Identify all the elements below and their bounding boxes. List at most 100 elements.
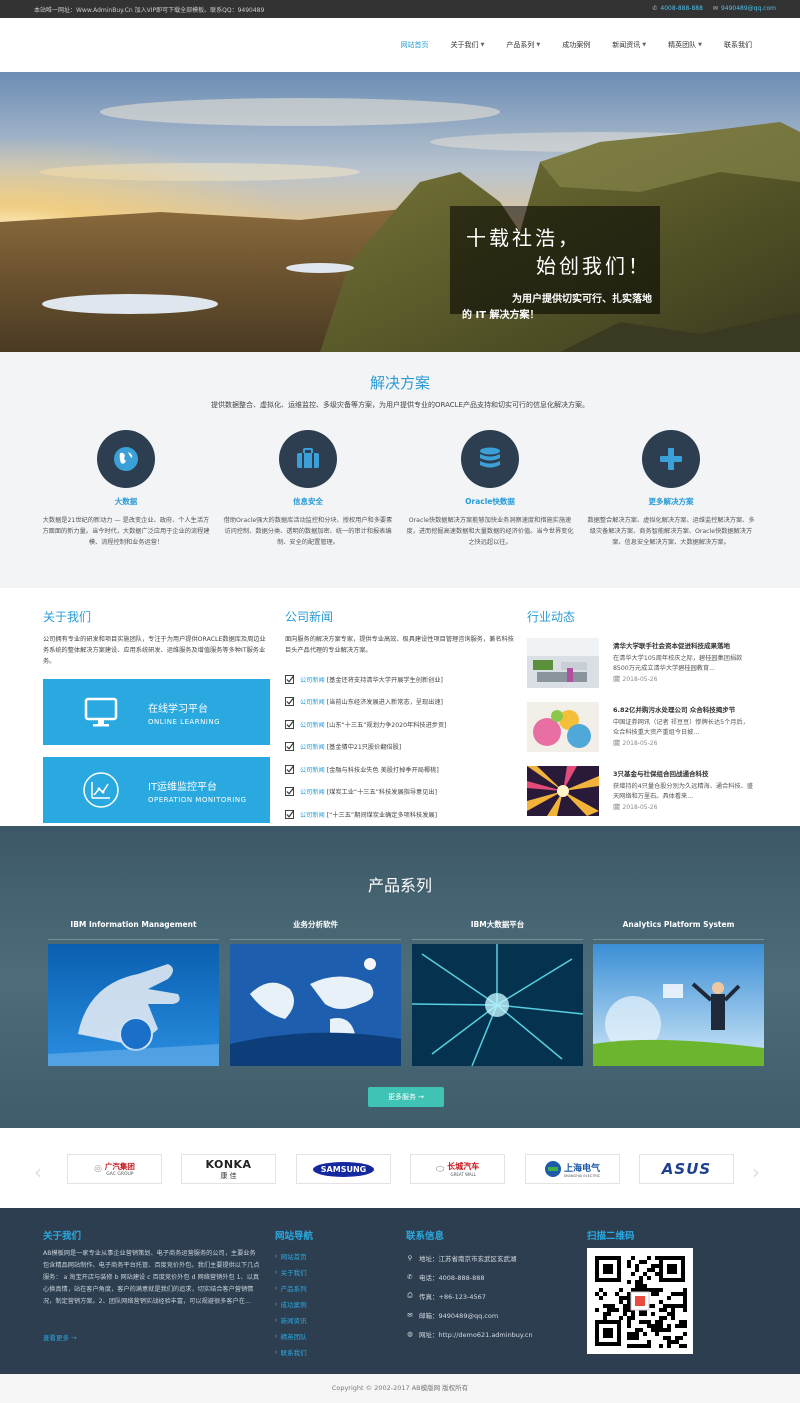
- chevron-right-icon[interactable]: ›: [752, 1160, 760, 1184]
- solution-title: 大数据: [114, 497, 138, 506]
- solution-title: 信息安全: [293, 497, 323, 506]
- online-learning-title: 在线学习平台: [148, 704, 208, 715]
- online-learning-box[interactable]: 在线学习平台 ONLINE LEARNING: [43, 679, 270, 745]
- footer-nav-item[interactable]: › 产品系列: [275, 1280, 307, 1296]
- contact-fax: ⎙ 传真：+86-123-4567: [407, 1291, 486, 1301]
- news-list: 公司新闻 [基金还将支持清华大学开展学生创新创业] 公司新闻 [当前山东经济发展进入新…: [285, 668, 515, 826]
- contact-email[interactable]: ✉ 邮箱：9490489@qq.com: [406, 1305, 533, 1324]
- solution-card-security[interactable]: 信息安全 借助Oracle强大的数据库活动监控和分块、授权用户和多要素访问控制、…: [223, 430, 393, 548]
- chevron-right-icon: ›: [275, 1300, 278, 1308]
- industry-item[interactable]: 6.82亿并购污水处理公司 众合科技揭步节 中国证券网讯（记者 祁豆豆）惨牌长达…: [527, 702, 757, 758]
- operation-monitoring-box[interactable]: IT运维监控平台 OPERATION MONITORING: [43, 757, 270, 823]
- industry-item-title[interactable]: 清华大学联手社会资本促进科技成果落地: [613, 640, 730, 650]
- monitor-icon: [84, 697, 118, 727]
- partner-logo-shanghai-electric[interactable]: 上海电气 SHANGHAI ELECTRIC: [525, 1154, 620, 1184]
- contact-website[interactable]: ◍ 网址：http://demo621.adminbuy.cn: [406, 1324, 532, 1343]
- map-pin-icon: ⚲: [407, 1253, 413, 1262]
- solution-card-more[interactable]: 更多解决方案 数据整合解决方案、虚拟化解决方案、运维监控解决方案、多级灾备解决方…: [586, 430, 756, 548]
- hero-caption: 十载社浩， 始创我们！ 为用户提供切实可行、扎实落地 的 IT 解决方案！: [450, 206, 660, 321]
- footer-nav-item[interactable]: › 关于我们: [275, 1264, 307, 1280]
- footer-nav-item[interactable]: › 精英团队: [275, 1328, 307, 1344]
- footer-about-title: 关于我们: [43, 1231, 82, 1242]
- operation-monitoring-subtitle: OPERATION MONITORING: [148, 796, 247, 804]
- caret-down-icon: ▼: [480, 42, 485, 48]
- news-item-title[interactable]: [“十三五”期间煤炭业确定多项科技发展]: [327, 810, 437, 819]
- nav-item-cases[interactable]: 成功案例: [562, 40, 590, 50]
- news-item[interactable]: 公司新闻 [“十三五”期间煤炭业确定多项科技发展]: [285, 803, 515, 826]
- solution-card-oracle[interactable]: Oracle快数据 Oracle快数据解决方案能够加快业务洞察速度和措施实施速度…: [405, 430, 575, 548]
- footer-more-link[interactable]: 查看更多 →: [43, 1332, 77, 1342]
- nav-item-products[interactable]: 产品系列 ▼: [506, 40, 540, 50]
- partner-logo-greatwall[interactable]: ⬭ 长城汽车 GREAT WALL: [410, 1154, 505, 1184]
- news-category[interactable]: 公司新闻: [300, 810, 325, 819]
- news-item-title[interactable]: [基金还将支持清华大学开展学生创新创业]: [327, 675, 443, 684]
- hero-banner[interactable]: 十载社浩， 始创我们！ 为用户提供切实可行、扎实落地 的 IT 解决方案！: [0, 72, 800, 352]
- caret-down-icon: ▼: [642, 42, 647, 48]
- news-item[interactable]: 公司新闻 [山东“十三五”规划力争2020年科技进步贡]: [285, 713, 515, 736]
- footer-nav-item[interactable]: › 网站首页: [275, 1248, 307, 1264]
- phone-icon: ✆: [407, 1272, 413, 1281]
- nav-item-home[interactable]: 网站首页: [401, 40, 429, 50]
- news-category[interactable]: 公司新闻: [300, 742, 325, 751]
- footer-nav-item[interactable]: › 成功案例: [275, 1296, 307, 1312]
- industry-item[interactable]: 清华大学联手社会资本促进科技成果落地 在清华大学105周年校庆之际，碧桂园集团捐…: [527, 638, 757, 694]
- more-services-button[interactable]: 更多服务 →: [368, 1087, 444, 1107]
- news-item-title[interactable]: [金融与科技业失色 美股打掉季开局椰桃]: [327, 765, 439, 774]
- nav-item-team[interactable]: 精英团队 ▼: [668, 40, 702, 50]
- office-photo: [527, 638, 599, 688]
- news-item-title[interactable]: [山东“十三五”规划力争2020年科技进步贡]: [327, 720, 447, 729]
- news-item[interactable]: 公司新闻 [金融与科技业失色 美股打掉季开局椰桃]: [285, 758, 515, 781]
- industry-item-title[interactable]: 3只基金与社保组合回战通合科技: [613, 768, 709, 778]
- fax-icon: ⎙: [407, 1291, 413, 1299]
- footer-nav-item[interactable]: › 新闻资讯: [275, 1312, 307, 1328]
- news-title: 公司新闻: [285, 610, 334, 624]
- solution-card-bigdata[interactable]: 大数据 大数据是21世纪的新动力 — 是改变企业、政府、个人生活方方面面的新力量…: [41, 430, 211, 548]
- shanghai-electric-emblem-icon: [544, 1161, 561, 1177]
- chevron-right-icon: ›: [275, 1348, 278, 1356]
- news-item[interactable]: 公司新闻 [煤炭工业“十三五”科技发展指导意见出]: [285, 781, 515, 804]
- nav-item-about[interactable]: 关于我们 ▼: [451, 40, 485, 50]
- industry-item-title[interactable]: 6.82亿并购污水处理公司 众合科技揭步节: [613, 704, 735, 714]
- news-item-title[interactable]: [基金猜中21只股价翻倍股]: [327, 742, 402, 751]
- news-category[interactable]: 公司新闻: [300, 697, 325, 706]
- checkbox-icon: [285, 764, 294, 774]
- industry-item-date: 🗓 2018-05-26: [613, 804, 658, 811]
- product-card[interactable]: 业务分析软件: [230, 910, 401, 1068]
- news-category[interactable]: 公司新闻: [300, 675, 325, 684]
- contact-phone: ✆ 电话：4008-888-888: [407, 1272, 485, 1282]
- hero-slogan-line2: 始创我们！: [536, 254, 651, 278]
- nav-item-contact[interactable]: 联系我们: [724, 40, 752, 50]
- partner-logo-asus[interactable]: ASUS: [639, 1154, 734, 1184]
- product-card[interactable]: IBM Information Management: [48, 910, 219, 1068]
- checkbox-icon: [285, 787, 294, 797]
- news-item-title[interactable]: [煤炭工业“十三五”科技发展指导意见出]: [327, 787, 437, 796]
- footer-nav-item[interactable]: › 联系我们: [275, 1344, 307, 1360]
- solution-text: 借助Oracle强大的数据库活动监控和分块、授权用户和多要素访问控制、数据分类、…: [223, 517, 393, 546]
- partner-logo-samsung[interactable]: SAMSUNG: [296, 1154, 391, 1184]
- news-item[interactable]: 公司新闻 [基金还将支持清华大学开展学生创新创业]: [285, 668, 515, 691]
- partner-logo-gac[interactable]: ◎ 广汽集团 GAC GROUP: [67, 1154, 162, 1184]
- news-category[interactable]: 公司新闻: [300, 720, 325, 729]
- checkbox-icon: [285, 809, 294, 819]
- product-card[interactable]: IBM大数据平台: [411, 910, 584, 1068]
- chevron-left-icon[interactable]: ‹: [34, 1160, 42, 1184]
- news-item[interactable]: 公司新闻 [基金猜中21只股价翻倍股]: [285, 736, 515, 759]
- industry-item-text: 获增持的4只量仓股分别为久远精海、通合科技、盛天网络和万里石。具体看来...: [613, 783, 754, 800]
- copyright: Copyright © 2002-2017 AB模版网 版权所有: [0, 1374, 800, 1403]
- news-category[interactable]: 公司新闻: [300, 787, 325, 796]
- news-category[interactable]: 公司新闻: [300, 765, 325, 774]
- mail-icon: ✉: [712, 5, 718, 12]
- nav-item-news[interactable]: 新闻资讯 ▼: [612, 40, 646, 50]
- industry-item[interactable]: 3只基金与社保组合回战通合科技 获增持的4只量仓股分别为久远精海、通合科技、盛天…: [527, 766, 757, 822]
- chevron-right-icon: ›: [275, 1268, 278, 1276]
- footer-nav-list: › 网站首页 › 关于我们 › 产品系列 › 成功案例 › 新闻资讯 › 精英团队 › 联系我们: [275, 1248, 307, 1360]
- chevron-right-icon: ›: [275, 1316, 278, 1324]
- topbar-email[interactable]: ✉ 9490489@qq.com: [713, 5, 776, 12]
- news-item-title[interactable]: [当前山东经济发展进入新常态，呈现出速]: [327, 697, 443, 706]
- partner-logo-konka[interactable]: KONKA 康 佳: [181, 1154, 276, 1184]
- topbar-phone[interactable]: ✆ 4008-888-888: [652, 5, 703, 12]
- news-item[interactable]: 公司新闻 [当前山东经济发展进入新常态，呈现出速]: [285, 691, 515, 714]
- hero-landscape-image: [0, 72, 800, 352]
- info-section: 关于我们 公司拥有专业的研发和项目实施团队，专注于为用户提供ORACLE数据库及…: [0, 588, 800, 826]
- product-card[interactable]: Analytics Platform System: [593, 910, 764, 1068]
